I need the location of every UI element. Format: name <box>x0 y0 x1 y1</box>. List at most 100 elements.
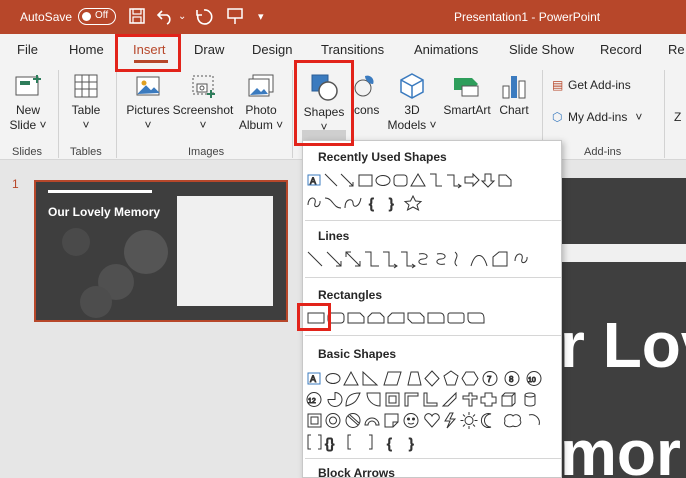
photo-album-button[interactable]: Photo Album ˅ <box>236 72 286 133</box>
tab-draw[interactable]: Draw <box>194 42 224 57</box>
title-bar: AutoSave Off ⌄ ▾ Presentation1 - PowerPo… <box>0 0 686 34</box>
basic-shapes-heading: Basic Shapes <box>318 347 397 361</box>
toggle-knob <box>82 11 91 21</box>
chart-button[interactable]: Chart <box>496 72 532 118</box>
insert-tab-highlight <box>115 34 181 72</box>
cube-icon <box>400 73 424 99</box>
shapes-gallery: Recently Used Shapes A {} Lines Rectang… <box>302 140 562 478</box>
lines-row <box>305 249 555 269</box>
redo-icon[interactable] <box>194 7 214 27</box>
screenshot-label: Screenshot <box>172 103 234 117</box>
autosave-state: Off <box>95 10 109 21</box>
chart-icon <box>502 76 526 99</box>
svg-text:8: 8 <box>509 375 514 384</box>
new-slide-button[interactable]: New Slide ˅ <box>8 72 48 133</box>
svg-text:{: { <box>369 195 374 211</box>
placeholder-box <box>177 196 273 306</box>
svg-text:}: } <box>409 435 414 451</box>
tab-home[interactable]: Home <box>69 42 104 57</box>
recent-shapes-icons[interactable]: A <box>305 171 545 191</box>
smartart-label: SmartArt <box>443 103 491 117</box>
recent-shapes-row-2: { } <box>305 193 545 213</box>
pictures-button[interactable]: Pictures ˅ <box>124 72 172 133</box>
svg-text:10: 10 <box>528 377 536 384</box>
customize-icon[interactable]: ▾ <box>258 7 264 27</box>
tab-transitions[interactable]: Transitions <box>321 42 384 57</box>
tab-file[interactable]: File <box>17 42 38 57</box>
undo-dropdown-icon[interactable]: ⌄ <box>178 7 186 27</box>
addin-icon: ⬡ <box>552 110 563 124</box>
svg-text:12: 12 <box>308 398 316 405</box>
get-addins-button[interactable]: ▤ Get Add-ins <box>552 78 648 92</box>
slide-title-text: r Lov <box>560 309 686 381</box>
autosave-label: AutoSave <box>20 10 73 24</box>
photo-album-label: Photo <box>245 103 277 117</box>
title-accent-bar <box>48 190 152 193</box>
get-addins-label: Get Add-ins <box>568 78 631 92</box>
screenshot-icon <box>192 75 215 98</box>
basic-shapes-icons-3[interactable] <box>305 411 555 431</box>
tab-review[interactable]: Re <box>668 42 685 57</box>
basic-shapes-icons-2[interactable]: 12 <box>305 390 555 410</box>
group-tables-label: Tables <box>70 146 102 158</box>
basic-shapes-row-4: {} { } <box>305 432 555 454</box>
basic-shapes-row-1: A 7 8 10 <box>305 369 555 389</box>
group-images-label: Images <box>188 146 225 158</box>
separator <box>58 70 59 158</box>
new-slide-icon <box>15 75 41 96</box>
basic-shapes-row-2: 12 <box>305 390 555 410</box>
svg-text:}: } <box>389 195 394 211</box>
table-label: Table <box>71 103 101 117</box>
tab-design[interactable]: Design <box>252 42 292 57</box>
svg-text:{: { <box>387 435 392 451</box>
document-title: Presentation1 - PowerPoint <box>454 10 601 24</box>
recently-used-heading: Recently Used Shapes <box>318 150 447 164</box>
chart-label: Chart <box>499 103 529 117</box>
tab-animations[interactable]: Animations <box>414 42 478 57</box>
chevron-down-icon: ˅ <box>635 110 643 124</box>
slide-thumbnail[interactable]: Our Lovely Memory <box>34 180 288 322</box>
autosave-toggle[interactable]: Off <box>78 8 116 25</box>
smartart-icon <box>454 78 479 97</box>
new-slide-label: New <box>15 103 40 117</box>
slide-number: 1 <box>12 177 19 191</box>
chevron-down-icon: ˅ <box>199 118 207 132</box>
present-icon[interactable] <box>226 7 244 27</box>
main-slide-canvas[interactable]: r Lov mor <box>558 178 686 478</box>
chevron-down-icon: ˅ <box>82 118 90 132</box>
line-shapes-icons[interactable] <box>305 249 555 269</box>
rectangle-shapes-icons[interactable] <box>305 310 505 326</box>
recent-shapes-row: A <box>305 171 545 191</box>
3d-models-label: 3D <box>404 103 420 117</box>
recent-shapes-icons-2[interactable]: { } <box>305 193 545 213</box>
svg-text:A: A <box>310 374 316 384</box>
my-addins-label: My Add-ins <box>568 110 628 124</box>
smartart-button[interactable]: SmartArt <box>440 72 494 118</box>
table-icon <box>74 74 98 98</box>
zoom-button-partial[interactable]: Z <box>674 110 681 124</box>
basic-shapes-row-3 <box>305 411 555 431</box>
store-icon: ▤ <box>552 78 564 92</box>
basic-shapes-icons-1[interactable]: A 7 8 10 <box>305 369 555 389</box>
separator <box>116 70 117 158</box>
screenshot-button[interactable]: Screenshot ˅ <box>172 72 234 133</box>
separator <box>664 70 665 158</box>
tab-record[interactable]: Record <box>600 42 642 57</box>
divider <box>305 220 561 221</box>
photo-album-icon <box>248 74 274 97</box>
basic-shapes-icons-4[interactable]: {} { } <box>305 432 555 454</box>
divider <box>305 335 561 336</box>
my-addins-button[interactable]: ⬡ My Add-ins ˅ <box>552 110 658 124</box>
new-slide-label-2: Slide ˅ <box>9 118 47 132</box>
separator <box>292 70 293 158</box>
save-icon[interactable] <box>128 7 146 27</box>
undo-icon[interactable] <box>156 7 176 27</box>
rectangles-heading: Rectangles <box>318 288 383 302</box>
3d-models-button[interactable]: 3D Models ˅ <box>386 72 438 133</box>
chevron-down-icon: ˅ <box>144 118 152 132</box>
rectangle-shape-highlight <box>297 303 331 331</box>
tab-slide-show[interactable]: Slide Show <box>509 42 574 57</box>
block-arrows-heading: Block Arrows <box>318 466 395 478</box>
divider <box>305 458 561 459</box>
table-button[interactable]: Table ˅ <box>68 72 104 133</box>
